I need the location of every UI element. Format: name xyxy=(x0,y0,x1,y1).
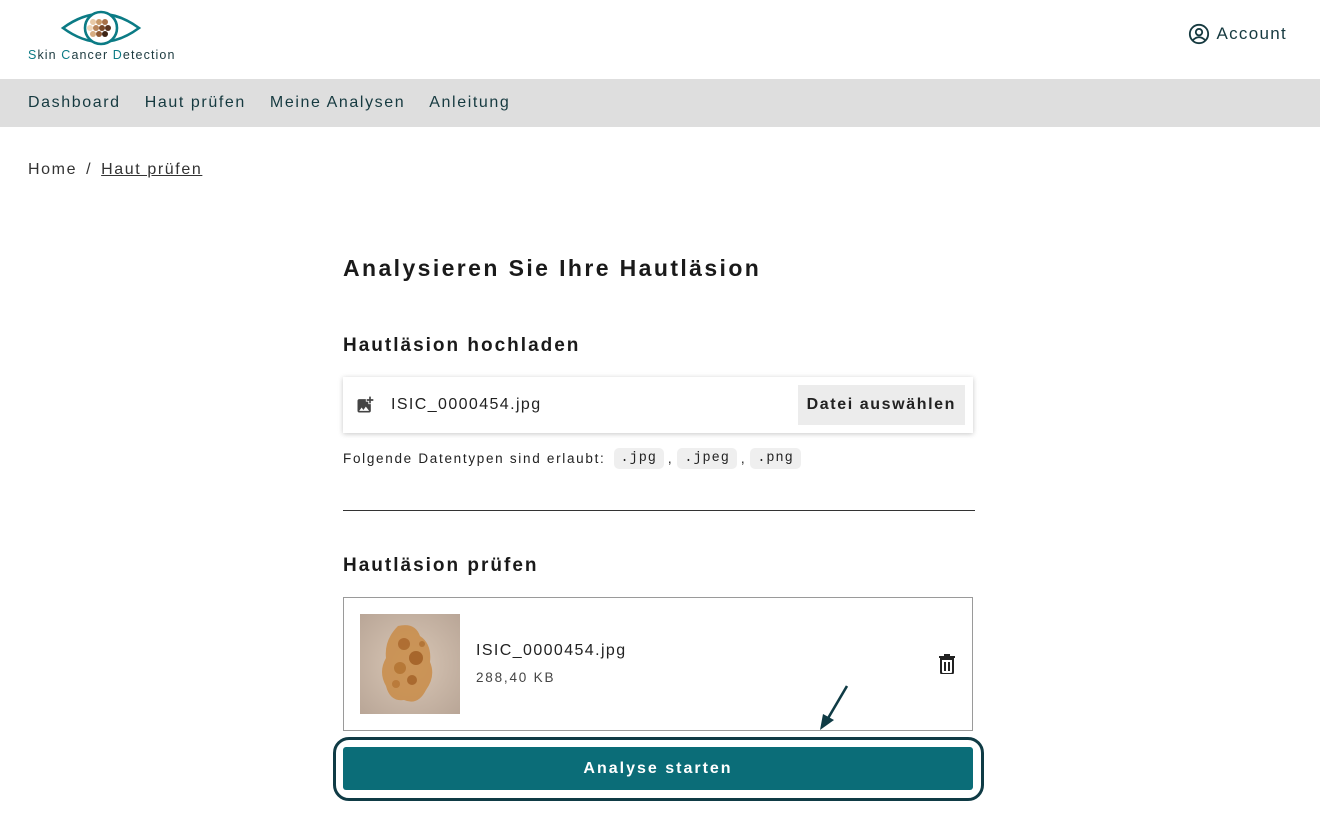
allowed-file-types: Folgende Datentypen sind erlaubt: .jpg ,… xyxy=(343,448,801,469)
nav-item-haut-pruefen[interactable]: Haut prüfen xyxy=(145,94,246,112)
breadcrumb-home[interactable]: Home xyxy=(28,161,77,179)
breadcrumb: Home / Haut prüfen xyxy=(28,161,202,179)
uploaded-file-card: ISIC_0000454.jpg 288,40 KB xyxy=(343,597,973,731)
delete-file-button[interactable] xyxy=(938,654,956,679)
logo[interactable]: Skin Cancer Detection xyxy=(28,8,180,64)
nav-item-dashboard[interactable]: Dashboard xyxy=(28,94,121,112)
nav-item-anleitung[interactable]: Anleitung xyxy=(429,94,510,112)
breadcrumb-separator: / xyxy=(86,161,93,178)
selected-file-name: ISIC_0000454.jpg xyxy=(391,396,542,413)
choose-file-button[interactable]: Datei auswählen xyxy=(797,385,965,425)
start-analysis-button[interactable]: Analyse starten xyxy=(343,747,973,790)
logo-word-ancer: ancer xyxy=(71,48,113,62)
logo-letter-d: D xyxy=(112,48,123,62)
file-type-chip: .jpg xyxy=(613,448,664,469)
page-title: Analysieren Sie Ihre Hautläsion xyxy=(343,255,762,281)
section-divider xyxy=(343,510,975,511)
logo-word-etection: etection xyxy=(122,48,176,62)
file-upload-field[interactable]: ISIC_0000454.jpg Datei auswählen xyxy=(343,377,973,433)
logo-wordmark: Skin Cancer Detection xyxy=(28,48,176,62)
eye-logo-icon xyxy=(60,10,142,46)
main-content: Analysieren Sie Ihre Hautläsion Hautläsi… xyxy=(343,255,975,731)
uploaded-file-size: 288,40 KB xyxy=(476,670,556,685)
account-label: Account xyxy=(1216,24,1287,43)
uploaded-file-name: ISIC_0000454.jpg xyxy=(476,642,627,659)
breadcrumb-current[interactable]: Haut prüfen xyxy=(101,161,202,179)
main-nav: Dashboard Haut prüfen Meine Analysen Anl… xyxy=(0,79,1320,127)
file-type-chip: .png xyxy=(750,448,801,469)
allowed-types-label: Folgende Datentypen sind erlaubt: xyxy=(343,451,606,466)
file-type-separator: , xyxy=(667,451,674,466)
upload-section-title: Hautläsion hochladen xyxy=(343,335,581,356)
pointer-arrow-icon xyxy=(820,685,849,730)
logo-word-kin: kin xyxy=(37,48,62,62)
lesion-thumbnail xyxy=(360,614,460,714)
user-circle-icon xyxy=(1189,23,1210,45)
nav-item-meine-analysen[interactable]: Meine Analysen xyxy=(270,94,405,112)
review-section-title: Hautläsion prüfen xyxy=(343,555,539,576)
account-link[interactable]: Account xyxy=(1188,23,1287,45)
logo-letter-c: C xyxy=(61,48,72,62)
add-image-icon xyxy=(357,396,374,413)
trash-icon xyxy=(939,654,955,675)
file-type-chip: .jpeg xyxy=(677,448,737,469)
site-header: Skin Cancer Detection Account xyxy=(0,0,1320,79)
file-type-separator: , xyxy=(740,451,747,466)
